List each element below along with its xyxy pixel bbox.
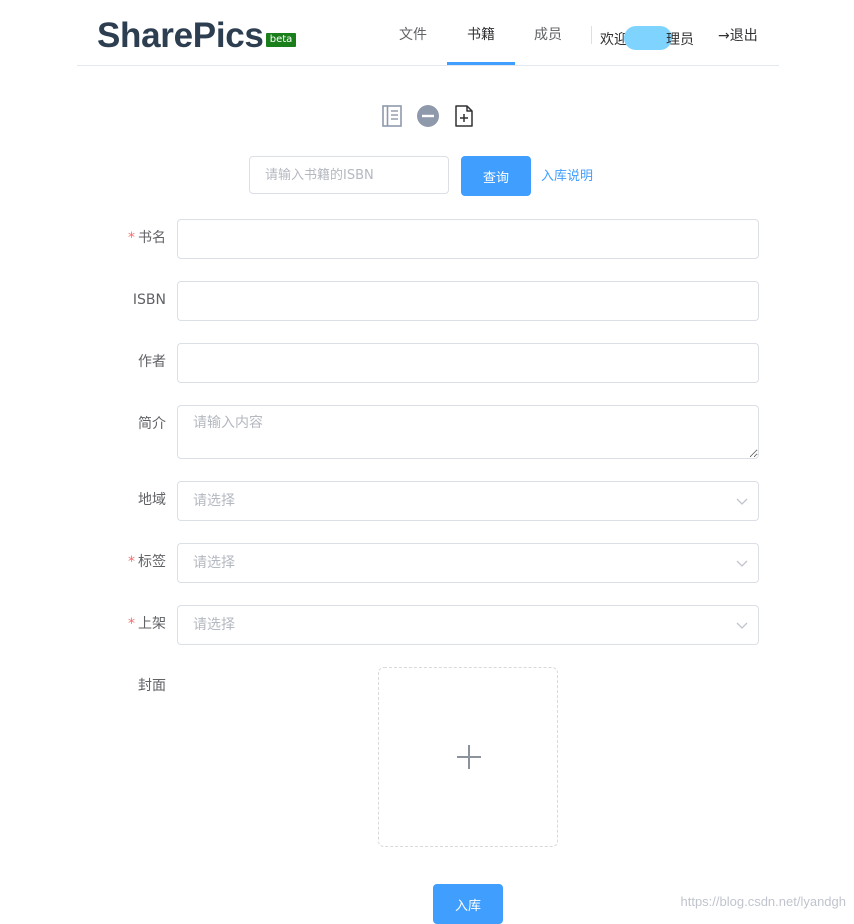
welcome-text: 欢迎 理员 <box>600 26 694 50</box>
book-title-input[interactable] <box>177 219 759 259</box>
nav-tab-members[interactable]: 成员 <box>534 25 562 45</box>
minus-circle-icon[interactable] <box>416 104 440 128</box>
required-mark: * <box>128 616 135 632</box>
author-input[interactable] <box>177 343 759 383</box>
query-button[interactable]: 查询 <box>461 156 531 196</box>
top-header: SharePics beta 文件 书籍 成员 欢迎 理员 →退出 <box>0 0 854 66</box>
chevron-down-icon <box>736 622 748 629</box>
plus-icon-vertical <box>468 745 470 769</box>
chevron-down-icon <box>736 560 748 567</box>
chevron-down-icon <box>736 498 748 505</box>
isbn-search-input[interactable] <box>249 156 449 194</box>
nav-tab-books[interactable]: 书籍 <box>467 25 495 45</box>
shelf-label-text: 上架 <box>138 616 166 632</box>
tags-select-placeholder: 请选择 <box>193 555 235 571</box>
region-label: 地域 <box>138 492 166 508</box>
shelf-select-placeholder: 请选择 <box>193 617 235 633</box>
shelf-label: * 上架 <box>66 614 166 634</box>
file-add-icon[interactable] <box>452 104 476 128</box>
tags-label: * 标签 <box>66 552 166 572</box>
header-divider <box>77 65 779 66</box>
beta-badge: beta <box>266 33 296 47</box>
isbn-label: ISBN <box>132 292 166 308</box>
tags-label-text: 标签 <box>138 554 166 570</box>
tags-select[interactable]: 请选择 <box>177 543 759 583</box>
author-label: 作者 <box>138 354 166 370</box>
title-label-text: 书名 <box>138 230 166 246</box>
summary-textarea[interactable] <box>177 405 759 459</box>
nav-divider <box>591 26 592 44</box>
book-icon[interactable] <box>380 104 404 128</box>
region-select[interactable]: 请选择 <box>177 481 759 521</box>
region-select-placeholder: 请选择 <box>193 493 235 509</box>
logout-link[interactable]: →退出 <box>718 26 758 46</box>
nav-tab-files[interactable]: 文件 <box>399 25 427 45</box>
shelf-select[interactable]: 请选择 <box>177 605 759 645</box>
cover-uploader[interactable] <box>378 667 558 847</box>
summary-label: 简介 <box>138 416 166 432</box>
submit-import-button[interactable]: 入库 <box>433 884 503 924</box>
cover-label: 封面 <box>138 678 166 694</box>
welcome-suffix: 理员 <box>666 32 694 48</box>
redacted-username <box>624 26 672 50</box>
isbn-input[interactable] <box>177 281 759 321</box>
app-logo[interactable]: SharePics <box>97 14 264 58</box>
required-mark: * <box>128 230 135 246</box>
title-label: * 书名 <box>66 228 166 248</box>
import-instructions-link[interactable]: 入库说明 <box>541 168 593 186</box>
watermark-text: https://blog.csdn.net/lyandgh <box>680 894 846 909</box>
required-mark: * <box>128 554 135 570</box>
